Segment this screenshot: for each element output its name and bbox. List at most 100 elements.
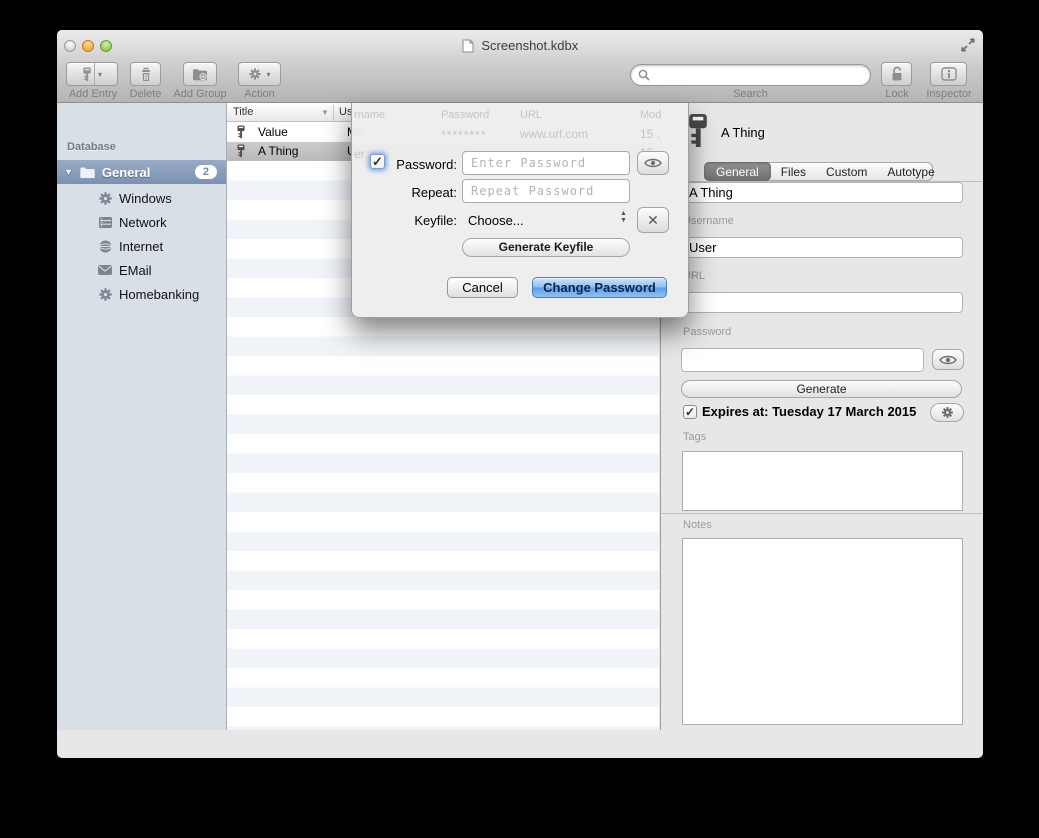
sidebar-item-network[interactable]: Network — [57, 210, 226, 234]
notes-label: Notes — [683, 519, 712, 531]
globe-icon — [97, 238, 113, 254]
show-password-button[interactable] — [637, 151, 669, 175]
sidebar-item-homebanking[interactable]: Homebanking — [57, 282, 226, 306]
tags-input[interactable] — [682, 451, 963, 511]
trash-icon — [140, 67, 152, 82]
repeat-label: Repeat: — [387, 185, 457, 200]
sidebar-header: Database — [67, 141, 116, 153]
gear-icon — [97, 286, 113, 302]
chevron-down-icon: ▾ — [266, 70, 270, 79]
notes-input[interactable] — [682, 538, 963, 725]
ghost-password-dots: ******** — [441, 128, 486, 142]
search-field[interactable] — [630, 64, 871, 86]
lock-button[interactable] — [881, 62, 912, 86]
cancel-button[interactable]: Cancel — [447, 277, 518, 298]
entry-title: A Thing — [258, 144, 333, 158]
add-entry-button[interactable]: ▾ — [66, 62, 118, 86]
search-icon — [638, 69, 650, 81]
sidebar-item-windows[interactable]: Windows — [57, 186, 226, 210]
sidebar-item-internet[interactable]: Internet — [57, 234, 226, 258]
expires-row: ✓ Expires at: Tuesday 17 March 2015 — [683, 404, 916, 419]
sidebar: Database ▼ General 2 Windows Network Int… — [57, 103, 227, 730]
password-field[interactable] — [681, 348, 924, 372]
expires-options-button[interactable] — [930, 403, 964, 422]
document-icon — [462, 39, 474, 53]
generate-password-button[interactable]: Generate — [681, 380, 962, 398]
delete-label: Delete — [120, 88, 171, 100]
change-password-sheet: rname Password URL Mod ******** www.url.… — [351, 103, 689, 318]
enter-password-input[interactable] — [462, 151, 630, 175]
title-field[interactable] — [681, 182, 963, 203]
url-field[interactable] — [681, 292, 963, 313]
gear-icon — [941, 406, 954, 419]
username-field[interactable] — [681, 237, 963, 258]
ghost-header-password: Password — [441, 109, 489, 121]
sidebar-item-label: Internet — [119, 239, 163, 254]
reveal-password-button[interactable] — [932, 349, 964, 370]
sort-descending-icon: ▼ — [321, 108, 329, 117]
generate-keyfile-button[interactable]: Generate Keyfile — [462, 238, 630, 257]
action-button[interactable]: ▾ — [238, 62, 281, 86]
add-group-button[interactable] — [183, 62, 217, 86]
column-title[interactable]: Title — [233, 106, 253, 118]
inspector-label: Inspector — [918, 88, 980, 100]
lock-open-icon — [890, 66, 904, 82]
password-checkbox[interactable]: ✓ — [370, 154, 385, 169]
delete-button[interactable] — [130, 62, 161, 86]
sidebar-item-label: EMail — [119, 263, 152, 278]
envelope-icon — [97, 262, 113, 278]
search-label: Search — [630, 88, 871, 100]
clear-keyfile-button[interactable]: ✕ — [637, 207, 669, 233]
expires-text: Expires at: Tuesday 17 March 2015 — [702, 404, 916, 419]
change-password-button[interactable]: Change Password — [532, 277, 667, 298]
sidebar-group-general[interactable]: ▼ General 2 — [57, 160, 226, 184]
group-count-badge: 2 — [195, 165, 217, 179]
gear-icon — [97, 190, 113, 206]
ghost-header-modified: Mod — [640, 109, 661, 121]
add-group-label: Add Group — [170, 88, 230, 100]
ghost-username2: er — [354, 147, 365, 161]
folder-icon — [79, 166, 96, 179]
inspector-panel: A Thing General Files Custom Autotype Us… — [660, 103, 983, 730]
expires-checkbox[interactable]: ✓ — [683, 405, 697, 419]
keyfile-popup[interactable]: Choose... — [468, 213, 524, 228]
key-icon — [82, 67, 92, 82]
app-window: Screenshot.kdbx ▾ Add Entry Delete Add G… — [57, 30, 983, 758]
stepper-icon[interactable]: ▲▼ — [620, 210, 627, 224]
tab-files[interactable]: Files — [771, 163, 816, 180]
ghost-url: www.url.com — [520, 127, 588, 141]
tab-custom[interactable]: Custom — [816, 163, 877, 180]
inspector-button[interactable] — [930, 62, 967, 86]
keyfile-label: Keyfile: — [387, 213, 457, 228]
search-input[interactable] — [654, 67, 870, 83]
password-label: Password — [683, 326, 731, 338]
ghost-header-url: URL — [520, 109, 542, 121]
window-title: Screenshot.kdbx — [57, 38, 983, 53]
key-icon — [687, 112, 709, 149]
info-icon — [941, 67, 957, 81]
inspector-entry-title: A Thing — [721, 125, 765, 140]
inspector-tabs: General Files Custom Autotype — [704, 162, 933, 181]
sidebar-group-label: General — [102, 165, 150, 180]
add-entry-label: Add Entry — [57, 88, 129, 100]
ghost-modified: 15 . — [640, 127, 660, 141]
disclosure-triangle-icon[interactable]: ▼ — [64, 167, 73, 177]
chevron-down-icon: ▾ — [98, 70, 102, 79]
sidebar-item-label: Windows — [119, 191, 172, 206]
tab-general[interactable]: General — [704, 162, 771, 181]
gear-icon — [248, 67, 262, 81]
sidebar-item-label: Homebanking — [119, 287, 199, 302]
username-label: Username — [683, 215, 734, 227]
eye-icon — [644, 157, 662, 169]
tab-autotype[interactable]: Autotype — [877, 163, 944, 180]
folder-plus-icon — [192, 68, 208, 81]
tags-label: Tags — [683, 431, 706, 443]
sidebar-item-email[interactable]: EMail — [57, 258, 226, 282]
key-icon — [236, 125, 246, 139]
key-icon — [236, 144, 246, 158]
fullscreen-icon[interactable] — [960, 37, 976, 53]
repeat-password-input[interactable] — [462, 179, 630, 203]
eye-icon — [939, 354, 957, 366]
ghost-header-username: rname — [354, 109, 385, 121]
server-icon — [97, 214, 113, 230]
